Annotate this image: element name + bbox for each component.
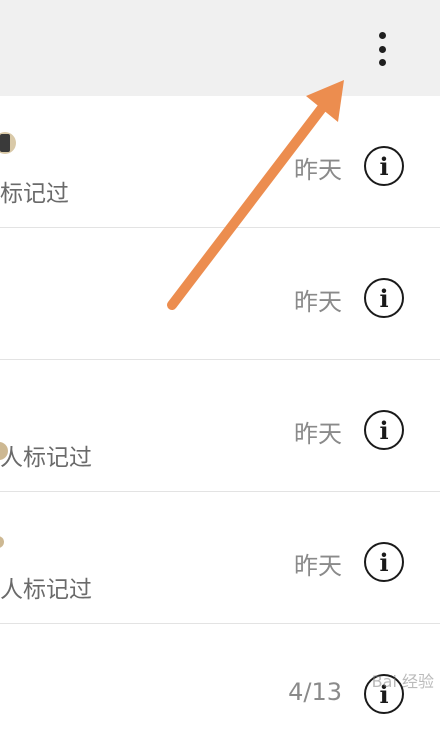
list-item[interactable]: 人标记过 昨天 i (0, 360, 440, 492)
call-log-list: 标记过 昨天 i 昨天 i 人标记过 昨天 i 人标记过 昨天 i 4/13 i (0, 96, 440, 756)
info-icon[interactable]: i (364, 542, 404, 582)
more-dot (378, 32, 386, 39)
list-item-subtitle: 人标记过 (0, 577, 92, 603)
list-item[interactable]: 标记过 昨天 i (0, 96, 440, 228)
list-item-subtitle: 人标记过 (0, 445, 92, 471)
info-icon[interactable]: i (364, 278, 404, 318)
list-item-subtitle: 标记过 (0, 181, 69, 207)
list-item[interactable]: 昨天 i (0, 228, 440, 360)
more-dot (378, 45, 386, 53)
more-options-icon[interactable] (362, 26, 402, 72)
top-app-bar (0, 0, 440, 96)
list-item-time: 昨天 (294, 156, 342, 184)
info-icon[interactable]: i (364, 410, 404, 450)
more-dot (378, 59, 386, 66)
watermark: Bai 经验 (371, 672, 434, 691)
avatar (0, 536, 4, 548)
list-item[interactable]: 人标记过 昨天 i (0, 492, 440, 624)
info-icon[interactable]: i (364, 146, 404, 186)
list-item-time: 昨天 (294, 420, 342, 448)
list-item-time: 4/13 (288, 678, 342, 706)
list-item-time: 昨天 (294, 552, 342, 580)
list-item-time: 昨天 (294, 288, 342, 316)
avatar-mark (0, 134, 10, 152)
